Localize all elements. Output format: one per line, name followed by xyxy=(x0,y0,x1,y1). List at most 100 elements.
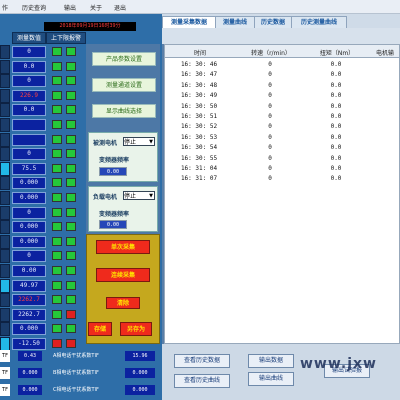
upper-limit-lamp xyxy=(52,105,62,114)
table-row[interactable]: 16: 30: 50 0 0.0 xyxy=(164,102,400,112)
table-cell: 16: 30: 48 xyxy=(180,81,218,89)
upper-limit-lamp xyxy=(52,149,62,158)
table-row[interactable]: 16: 31: 07 0 0.0 xyxy=(164,174,400,184)
upper-limit-lamp xyxy=(52,135,62,144)
table-cell: 0 xyxy=(268,92,272,100)
table-cell: 0 xyxy=(268,123,272,131)
tf-row-label: TF xyxy=(0,367,10,379)
tf-row: TF 0.000 C相电话干扰系数TIF 0.000 xyxy=(0,384,162,396)
tf-row: TF 0.000 B相电话干扰系数TIF 0.000 xyxy=(0,367,162,379)
tf-row-tif-value: 15.96 xyxy=(125,351,155,361)
test-motor-freq-input[interactable]: 0.00 xyxy=(99,167,127,176)
table-cell: 0 xyxy=(268,81,272,89)
table-row[interactable]: 16: 30: 51 0 0.0 xyxy=(164,112,400,122)
load-motor-state-select[interactable]: 停止 ▼ xyxy=(123,191,155,200)
table-cell: 16: 30: 53 xyxy=(180,133,218,141)
table-cell: 16: 30: 52 xyxy=(180,123,218,131)
upper-limit-lamp xyxy=(52,222,62,231)
lower-limit-lamp xyxy=(66,193,76,202)
table-cell: 0 xyxy=(268,71,272,79)
reading-value: 0 xyxy=(14,251,44,261)
tf-row-name: C相电话干扰系数TIF xyxy=(53,387,99,393)
reading-value: 0 xyxy=(14,208,44,218)
menu-bar: 作 历史查询 输出 关于 退出 xyxy=(0,0,400,14)
clear-button[interactable]: 清除 xyxy=(106,297,140,309)
table-cell: 0.0 xyxy=(330,102,342,110)
reading-value: 0 xyxy=(14,149,44,159)
upper-limit-lamp xyxy=(52,251,62,260)
upper-limit-lamp xyxy=(52,295,62,304)
table-cell: 0.0 xyxy=(330,71,342,79)
table-cell: 16: 30: 51 xyxy=(180,113,218,120)
upper-limit-lamp xyxy=(52,62,62,71)
reading-row-marker xyxy=(0,206,10,220)
table-row[interactable]: 16: 30: 52 0 0.0 xyxy=(164,122,400,132)
upper-limit-lamp xyxy=(52,208,62,217)
value-column-header: 测量数值 xyxy=(12,32,46,44)
reading-row-marker xyxy=(0,45,10,59)
test-motor-box: 被测电机 停止 ▼ 变频器频率 0.00 xyxy=(88,132,158,182)
menu-item-about[interactable]: 关于 xyxy=(90,3,102,12)
reading-row-marker xyxy=(0,279,10,293)
lower-limit-lamp xyxy=(66,91,76,100)
reading-row-marker xyxy=(0,220,10,234)
table-cell: 0.0 xyxy=(330,61,342,68)
lower-limit-lamp xyxy=(66,47,76,56)
upper-limit-lamp xyxy=(52,120,62,129)
reading-value: 75.5 xyxy=(14,164,44,174)
continuous-collect-button[interactable]: 连续采集 xyxy=(96,268,150,282)
upper-limit-lamp xyxy=(52,193,62,202)
reading-row-marker xyxy=(0,147,10,161)
table-cell: 16: 30: 46 xyxy=(180,61,218,68)
channel-setup-button[interactable]: 测量通道设置 xyxy=(92,78,156,92)
chevron-down-icon: ▼ xyxy=(149,193,153,199)
view-history-curve-button[interactable]: 查看历史曲线 xyxy=(174,374,230,388)
menu-item-operate[interactable]: 作 xyxy=(2,3,8,12)
view-history-data-button[interactable]: 查看历史数据 xyxy=(174,354,230,368)
tf-row-tif-value: 0.000 xyxy=(125,368,155,378)
table-cell: 16: 30: 54 xyxy=(180,144,218,152)
reading-value: 0.000 xyxy=(14,222,44,232)
lower-limit-lamp xyxy=(66,164,76,173)
reading-row-marker xyxy=(0,235,10,249)
lower-limit-lamp xyxy=(66,310,76,319)
table-body[interactable]: 16: 30: 46 0 0.0 16: 30: 47 0 0.0 16: 30: 48 0 0… xyxy=(164,58,400,344)
table-row[interactable]: 16: 30: 46 0 0.0 xyxy=(164,60,400,70)
table-row[interactable]: 16: 30: 47 0 0.0 xyxy=(164,70,400,80)
upper-limit-lamp xyxy=(52,47,62,56)
menu-item-history[interactable]: 历史查询 xyxy=(22,3,46,12)
reading-value: 0 xyxy=(14,47,44,57)
table-cell: 16: 30: 49 xyxy=(180,92,218,100)
curve-select-button[interactable]: 显示曲线选择 xyxy=(92,104,156,118)
table-cell: 16: 30: 50 xyxy=(180,102,218,110)
product-params-button[interactable]: 产品参数设置 xyxy=(92,52,156,66)
table-row[interactable]: 16: 30: 55 0 0.0 xyxy=(164,154,400,164)
chevron-down-icon: ▼ xyxy=(149,139,153,145)
table-row[interactable]: 16: 30: 53 0 0.0 xyxy=(164,133,400,143)
reading-value: -12.50 xyxy=(14,339,44,349)
lower-limit-lamp xyxy=(66,222,76,231)
single-collect-button[interactable]: 单次采集 xyxy=(96,240,150,254)
output-curve-button[interactable]: 输出曲线 xyxy=(248,372,294,386)
upper-limit-lamp xyxy=(52,324,62,333)
save-as-button[interactable]: 另存为 xyxy=(120,322,152,336)
reading-value: 226.9 xyxy=(14,91,44,101)
menu-item-exit[interactable]: 退出 xyxy=(114,3,126,12)
reading-value: 2262.7 xyxy=(14,310,44,320)
reading-row-marker xyxy=(0,322,10,336)
reading-value: 0.000 xyxy=(14,237,44,247)
upper-limit-lamp xyxy=(52,164,62,173)
table-row[interactable]: 16: 30: 54 0 0.0 xyxy=(164,143,400,153)
table-cell: 16: 31: 07 xyxy=(180,175,218,183)
table-row[interactable]: 16: 31: 04 0 0.0 xyxy=(164,164,400,174)
table-cell: 0 xyxy=(268,102,272,110)
table-row[interactable]: 16: 30: 49 0 0.0 xyxy=(164,91,400,101)
lower-limit-lamp xyxy=(66,149,76,158)
menu-item-output[interactable]: 输出 xyxy=(64,3,76,12)
test-motor-state-select[interactable]: 停止 ▼ xyxy=(123,137,155,146)
table-row[interactable]: 16: 30: 48 0 0.0 xyxy=(164,81,400,91)
output-data-button[interactable]: 输出数据 xyxy=(248,354,294,368)
lower-limit-lamp xyxy=(66,105,76,114)
save-button[interactable]: 存储 xyxy=(88,322,112,336)
load-motor-freq-input[interactable]: 0.00 xyxy=(99,220,127,229)
